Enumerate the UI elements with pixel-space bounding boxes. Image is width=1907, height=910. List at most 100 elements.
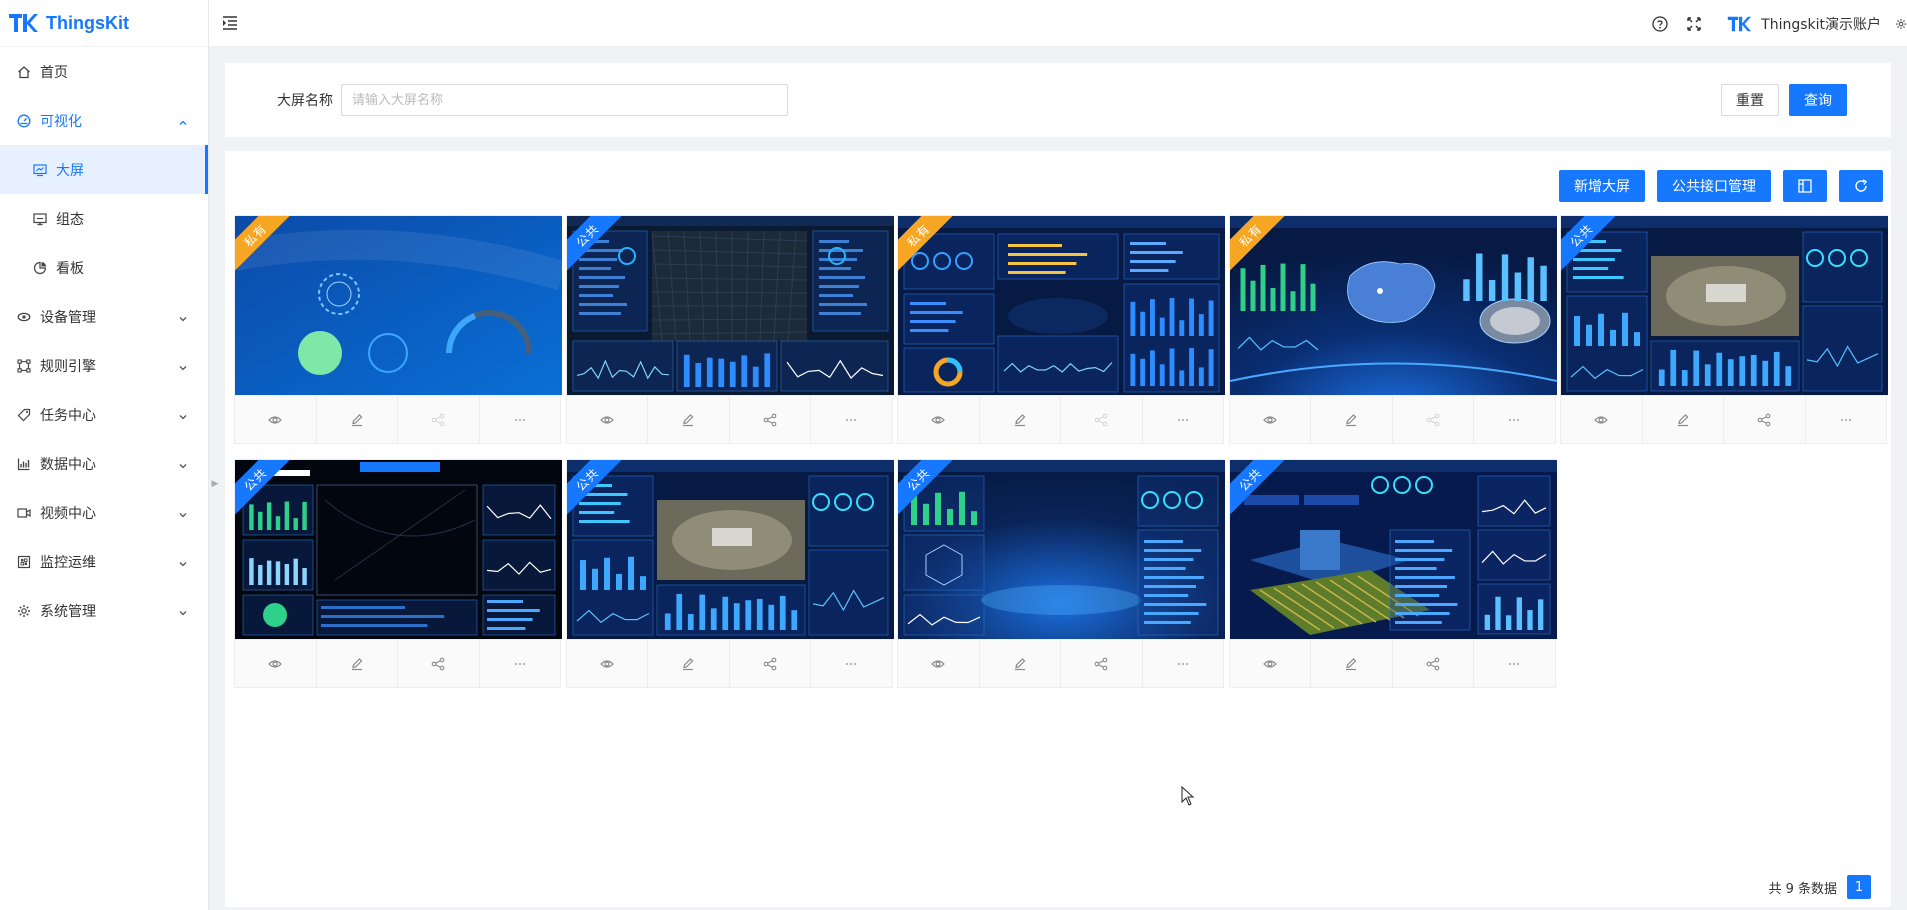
sidebar-item-home[interactable]: 首页 <box>0 47 208 96</box>
sidebar-item-tag[interactable]: 任务中心 <box>0 390 208 439</box>
preview-icon[interactable] <box>1230 639 1311 688</box>
settings-icon[interactable] <box>1895 15 1907 33</box>
public-api-manage-button[interactable]: 公共接口管理 <box>1657 170 1771 202</box>
help-icon[interactable] <box>1651 15 1669 33</box>
user-menu[interactable]: Thingskit演示账户 <box>1727 14 1881 34</box>
more-icon[interactable] <box>480 640 561 688</box>
search-buttons: 重置 查询 <box>1721 84 1847 116</box>
share-icon[interactable] <box>1061 639 1143 688</box>
screen-card[interactable]: 公共 <box>565 459 894 688</box>
screen-preview-image <box>898 460 1225 639</box>
more-icon[interactable] <box>811 396 892 444</box>
card-actions <box>566 639 892 688</box>
sidebar: ThingsKit 首页 可视化 大屏 组态看板设备管理 规则引擎 任务中心 数据中心视频中… <box>0 0 209 910</box>
edit-icon[interactable] <box>1311 395 1393 444</box>
share-icon[interactable] <box>730 395 811 444</box>
preview-icon[interactable] <box>567 395 648 444</box>
share-icon[interactable] <box>398 639 480 688</box>
share-icon[interactable] <box>730 639 811 688</box>
more-icon[interactable] <box>1143 640 1224 688</box>
screen-card[interactable]: 公共 <box>897 459 1225 688</box>
screen-card[interactable]: 公共 <box>1560 215 1888 444</box>
sidebar-item-ops[interactable]: 监控运维 <box>0 537 208 586</box>
refresh-button[interactable] <box>1839 170 1883 202</box>
screen-name-search-input[interactable] <box>341 84 788 116</box>
share-icon <box>1061 395 1143 444</box>
preview-icon[interactable] <box>567 639 648 688</box>
screen-thumbnail[interactable]: 公共 <box>566 216 894 395</box>
list-toolbar: 新增大屏 公共接口管理 <box>1559 170 1883 202</box>
chevron-up-icon <box>178 116 188 126</box>
sidebar-item-label: 视频中心 <box>40 505 96 522</box>
sidebar-subitem-screen[interactable]: 大屏 <box>0 145 208 194</box>
preview-icon[interactable] <box>235 639 317 688</box>
search-panel: 大屏名称 重置 查询 <box>225 63 1891 137</box>
bar-chart-icon <box>16 456 32 472</box>
edit-icon[interactable] <box>980 395 1061 444</box>
chevron-down-icon <box>178 410 188 420</box>
more-icon[interactable] <box>480 396 561 444</box>
share-icon[interactable] <box>1724 395 1806 444</box>
edit-icon[interactable] <box>648 395 730 444</box>
more-icon[interactable] <box>1806 396 1887 444</box>
rule-icon <box>16 358 32 374</box>
pagination: 共 9 条数据 1 <box>1768 875 1871 899</box>
layout-icon <box>1798 179 1812 193</box>
more-icon[interactable] <box>811 640 892 688</box>
dashboard-icon <box>16 113 32 129</box>
pagination-page-current[interactable]: 1 <box>1847 875 1871 899</box>
preview-icon[interactable] <box>898 639 980 688</box>
screen-card[interactable]: 私有 <box>897 215 1225 444</box>
sidebar-item-gear[interactable]: 系统管理 <box>0 586 208 635</box>
sidebar-item-device[interactable]: 设备管理 <box>0 292 208 341</box>
chevron-down-icon <box>178 459 188 469</box>
sidebar-subitem-pie[interactable]: 看板 <box>0 243 208 292</box>
screen-card[interactable]: 私有 <box>1228 215 1557 444</box>
sidebar-item-rule[interactable]: 规则引擎 <box>0 341 208 390</box>
header-actions: Thingskit演示账户 <box>1643 0 1907 47</box>
sidebar-item-video[interactable]: 视频中心 <box>0 488 208 537</box>
edit-icon[interactable] <box>317 395 398 444</box>
screen-thumbnail[interactable]: 公共 <box>898 460 1225 639</box>
sidebar-item-bar-chart[interactable]: 数据中心 <box>0 439 208 488</box>
screen-thumbnail[interactable]: 私有 <box>1229 216 1557 395</box>
sidebar-subitem-monitor[interactable]: 组态 <box>0 194 208 243</box>
preview-icon[interactable] <box>1561 395 1643 444</box>
screen-thumbnail[interactable]: 公共 <box>235 460 562 639</box>
edit-icon[interactable] <box>648 639 730 688</box>
sidebar-collapse-handle[interactable]: ▶ <box>209 476 221 492</box>
screen-thumbnail[interactable]: 公共 <box>1561 216 1888 395</box>
card-actions <box>898 639 1224 688</box>
fullscreen-icon[interactable] <box>1685 15 1703 33</box>
screen-card[interactable]: 私有 <box>234 215 562 444</box>
query-button[interactable]: 查询 <box>1789 84 1847 116</box>
screen-thumbnail[interactable]: 公共 <box>566 460 894 639</box>
screen-card[interactable]: 公共 <box>1228 459 1557 688</box>
screen-thumbnail[interactable]: 私有 <box>235 216 562 395</box>
share-icon[interactable] <box>1393 639 1474 688</box>
more-icon[interactable] <box>1143 396 1224 444</box>
sidebar-item-label: 看板 <box>56 260 84 277</box>
sidebar-item-dashboard[interactable]: 可视化 <box>0 96 208 145</box>
preview-icon[interactable] <box>235 395 317 444</box>
edit-icon[interactable] <box>1643 395 1724 444</box>
logo[interactable]: ThingsKit <box>0 0 208 47</box>
more-icon[interactable] <box>1474 396 1555 444</box>
app-name: ThingsKit <box>46 12 129 33</box>
more-icon[interactable] <box>1474 640 1555 688</box>
add-screen-button[interactable]: 新增大屏 <box>1559 170 1645 202</box>
edit-icon[interactable] <box>317 639 398 688</box>
menu-fold-icon[interactable] <box>221 14 239 32</box>
layout-toggle-button[interactable] <box>1783 170 1827 202</box>
reset-button[interactable]: 重置 <box>1721 84 1779 116</box>
edit-icon[interactable] <box>1311 639 1393 688</box>
monitor-icon <box>32 211 48 227</box>
edit-icon[interactable] <box>980 639 1061 688</box>
screen-card[interactable]: 公共 <box>234 459 562 688</box>
screen-card[interactable]: 公共 <box>565 215 894 444</box>
screen-thumbnail[interactable]: 公共 <box>1229 460 1557 639</box>
home-icon <box>16 64 32 80</box>
preview-icon[interactable] <box>898 395 980 444</box>
screen-thumbnail[interactable]: 私有 <box>898 216 1225 395</box>
preview-icon[interactable] <box>1230 395 1311 444</box>
